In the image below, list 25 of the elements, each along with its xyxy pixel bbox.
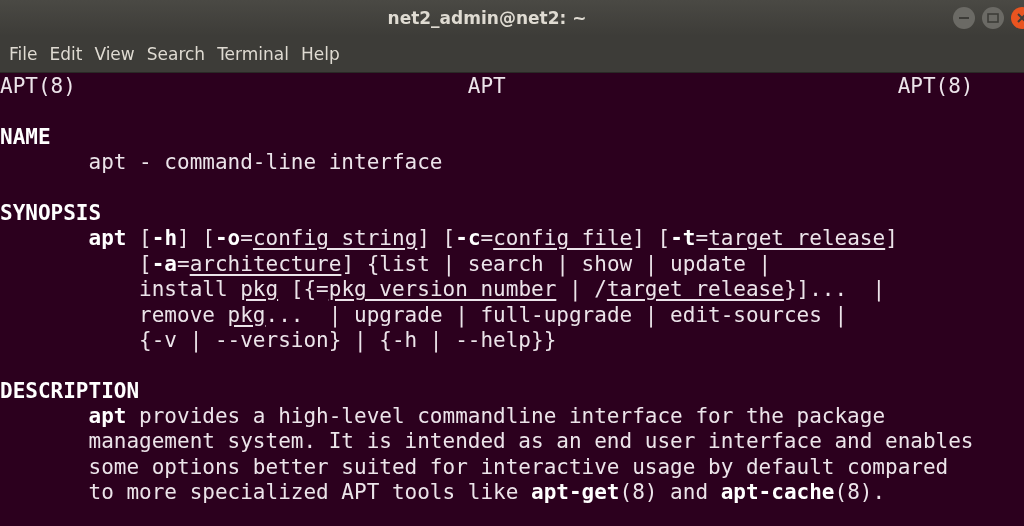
man-header: APT xyxy=(467,74,506,100)
man-text-line: apt provides a high-level commandline interface for the package xyxy=(88,404,886,430)
section-heading: DESCRIPTION xyxy=(0,378,140,405)
man-text-line: some options better suited for interactive usage by default compared xyxy=(88,454,949,481)
section-heading: SYNOPSIS xyxy=(0,200,102,227)
section-heading: NAME xyxy=(0,124,51,151)
menu-item[interactable]: Help xyxy=(295,42,345,66)
man-text-line: remove pkg... | upgrade | full-upgrade | edit-sources | xyxy=(139,302,848,328)
menu-item[interactable]: Search xyxy=(141,42,211,66)
man-text-line: [-a=architecture] {list | search | show | update | xyxy=(139,251,772,278)
man-header: APT(8) xyxy=(0,74,76,100)
man-text-line: management system. It is intended as an end user interface and enables xyxy=(88,429,974,455)
man-text-line: install pkg [{=pkg_version_number | /target_release}]... | xyxy=(139,277,886,303)
window-title: net2_admin@net2: ~ xyxy=(387,8,587,28)
maximize-button[interactable] xyxy=(981,6,1005,30)
menu-item[interactable]: Edit xyxy=(44,42,88,66)
man-text-line: to more specialized APT tools like apt-get(8) and apt-cache(8). xyxy=(88,480,886,506)
menu-item[interactable]: Terminal xyxy=(212,42,294,66)
menu-item[interactable]: File xyxy=(4,42,43,66)
man-text-line: {-v | --version} | {-h | --help}} xyxy=(139,327,557,354)
menu-item[interactable]: View xyxy=(89,42,140,66)
man-header: APT(8) xyxy=(897,74,974,100)
minimize-button[interactable] xyxy=(952,6,976,30)
man-text-line: apt [-h] [-o=config_string] [-c=config_file] [-t=target_release] xyxy=(88,226,898,252)
man-text-line: apt - command-line interface xyxy=(88,150,443,176)
